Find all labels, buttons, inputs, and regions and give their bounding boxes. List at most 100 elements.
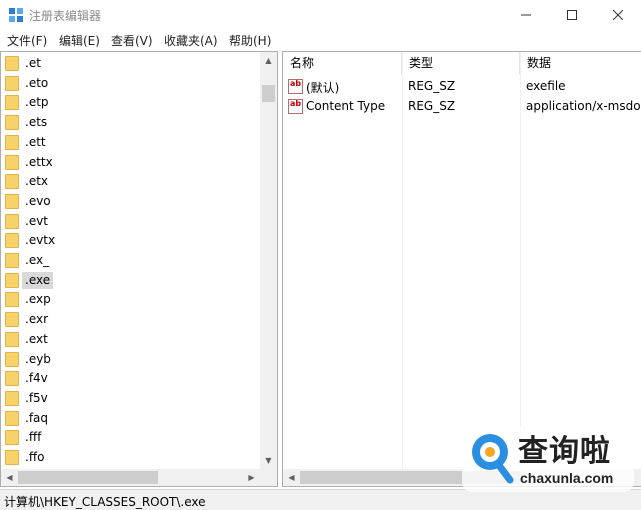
watermark-logo: 查询啦 chaxunla.com: [462, 426, 634, 492]
tree-item[interactable]: .ffo: [1, 448, 260, 467]
folder-icon: [5, 371, 19, 387]
scrollbar-corner: [260, 469, 277, 486]
tree-item[interactable]: .etp: [1, 93, 260, 112]
close-button[interactable]: [595, 0, 641, 30]
tree-horizontal-scroll-thumb[interactable]: [18, 471, 158, 484]
tree-item-label: .evt: [25, 213, 49, 228]
maximize-icon: [567, 10, 577, 20]
value-type: REG_SZ: [408, 99, 456, 113]
menu-view[interactable]: 查看(V): [111, 32, 153, 49]
scroll-right-icon[interactable]: ▶: [243, 469, 260, 486]
folder-icon: [5, 233, 19, 249]
menu-file[interactable]: 文件(F): [7, 32, 47, 49]
folder-icon: [5, 390, 19, 406]
tree-item[interactable]: .f5v: [1, 389, 260, 408]
watermark-url: chaxunla.com: [520, 470, 614, 486]
tree-item-label: .et: [25, 56, 41, 70]
folder-icon: [5, 56, 19, 71]
value-row[interactable]: ab (默认) REG_SZ exefile: [283, 77, 641, 97]
folder-icon: [5, 410, 19, 426]
tree-item-label: .eto: [25, 75, 49, 90]
folder-icon: [5, 450, 19, 465]
tree-item-label: .evo: [25, 193, 51, 208]
folder-icon: [5, 272, 19, 288]
close-icon: [613, 10, 623, 20]
tree-item[interactable]: .evo: [1, 192, 260, 211]
tree-horizontal-scrollbar[interactable]: ◀ ▶: [1, 469, 260, 486]
folder-icon: [5, 95, 19, 111]
scroll-down-icon[interactable]: ▼: [260, 452, 277, 469]
folder-icon: [5, 351, 19, 367]
tree-item-label: .fff: [25, 430, 42, 445]
folder-icon: [5, 253, 19, 268]
folder-icon: [5, 174, 19, 190]
tree-item[interactable]: .ett: [1, 133, 260, 152]
tree-item-label: .exp: [25, 292, 51, 307]
tree-item[interactable]: .exp: [1, 290, 260, 309]
tree-item-label: .ett: [25, 134, 46, 149]
tree-item-label: .etp: [25, 95, 49, 110]
folder-icon: [5, 193, 19, 209]
minimize-icon: [521, 14, 531, 16]
scroll-up-icon[interactable]: ▲: [260, 52, 277, 69]
tree-item[interactable]: .ettx: [1, 153, 260, 172]
folder-icon: [5, 292, 19, 308]
watermark-brand: 查询啦: [518, 434, 611, 469]
menu-edit[interactable]: 编辑(E): [59, 32, 100, 49]
menu-help[interactable]: 帮助(H): [229, 32, 271, 49]
folder-icon: [5, 430, 19, 446]
folder-icon: [5, 134, 19, 150]
maximize-button[interactable]: [549, 0, 595, 30]
tree-item-label: .ffo: [25, 450, 45, 464]
tree-item[interactable]: .f4v: [1, 369, 260, 388]
folder-icon: [5, 154, 19, 170]
tree-item[interactable]: .etx: [1, 172, 260, 191]
key-tree-pane: .et .eto .etp .ets .ett .ettx .etx .evo .evt .evt…: [0, 51, 278, 487]
value-name: Content Type: [306, 99, 386, 113]
value-name: (默认): [306, 81, 340, 95]
scroll-left-icon[interactable]: ◀: [1, 469, 18, 486]
tree-item[interactable]: .ext: [1, 330, 260, 349]
scroll-left-icon[interactable]: ◀: [283, 469, 300, 486]
tree-item[interactable]: .eyb: [1, 350, 260, 369]
menu-bar: 文件(F) 编辑(E) 查看(V) 收藏夹(A) 帮助(H): [0, 30, 641, 50]
tree-item[interactable]: .et: [1, 54, 260, 73]
folder-icon: [5, 75, 19, 91]
tree-item[interactable]: .ex_: [1, 251, 260, 270]
tree-item[interactable]: .faq: [1, 409, 260, 428]
folder-icon: [5, 312, 19, 328]
tree-item-label: .f4v: [25, 371, 48, 386]
value-type: REG_SZ: [408, 79, 456, 93]
tree-item[interactable]: .evtx: [1, 231, 260, 250]
tree-item[interactable]: .evt: [1, 212, 260, 231]
tree-vertical-scrollbar[interactable]: ▲ ▼: [260, 52, 277, 469]
values-list-pane: 名称 类型 数据 ab (默认) REG_SZ exefile ab Conte…: [282, 51, 641, 487]
tree-item[interactable]: .exr: [1, 310, 260, 329]
column-header-name[interactable]: 名称: [283, 52, 402, 75]
tree-item-label: .faq: [25, 410, 49, 425]
minimize-button[interactable]: [503, 0, 549, 30]
tree-item-label: .exe: [22, 271, 54, 289]
menu-favorites[interactable]: 收藏夹(A): [164, 32, 218, 49]
tree-vertical-scroll-thumb[interactable]: [262, 85, 275, 102]
tree-item[interactable]: .exe: [1, 271, 260, 290]
tree-item[interactable]: .ets: [1, 113, 260, 132]
folder-icon: [5, 331, 19, 347]
tree-item-label: .ettx: [25, 154, 53, 169]
folder-icon: [5, 213, 19, 229]
string-value-icon: ab: [288, 99, 303, 114]
title-bar: 注册表编辑器: [0, 0, 641, 30]
magnifier-icon: [472, 434, 514, 484]
regedit-icon: [9, 8, 23, 22]
column-header-data[interactable]: 数据: [520, 52, 641, 75]
tree-item-label: .ext: [25, 331, 48, 346]
tree-item[interactable]: .fff: [1, 428, 260, 447]
string-value-icon: ab: [288, 79, 303, 94]
value-row[interactable]: ab Content Type REG_SZ application/x-msd…: [283, 97, 641, 117]
column-header-type[interactable]: 类型: [402, 52, 520, 75]
tree-item[interactable]: .eto: [1, 74, 260, 93]
tree-item-label: .ets: [25, 115, 48, 130]
status-bar: 计算机\HKEY_CLASSES_ROOT\.exe: [0, 489, 641, 510]
status-path: 计算机\HKEY_CLASSES_ROOT\.exe: [4, 495, 206, 509]
tree-item-label: .etx: [25, 174, 49, 189]
